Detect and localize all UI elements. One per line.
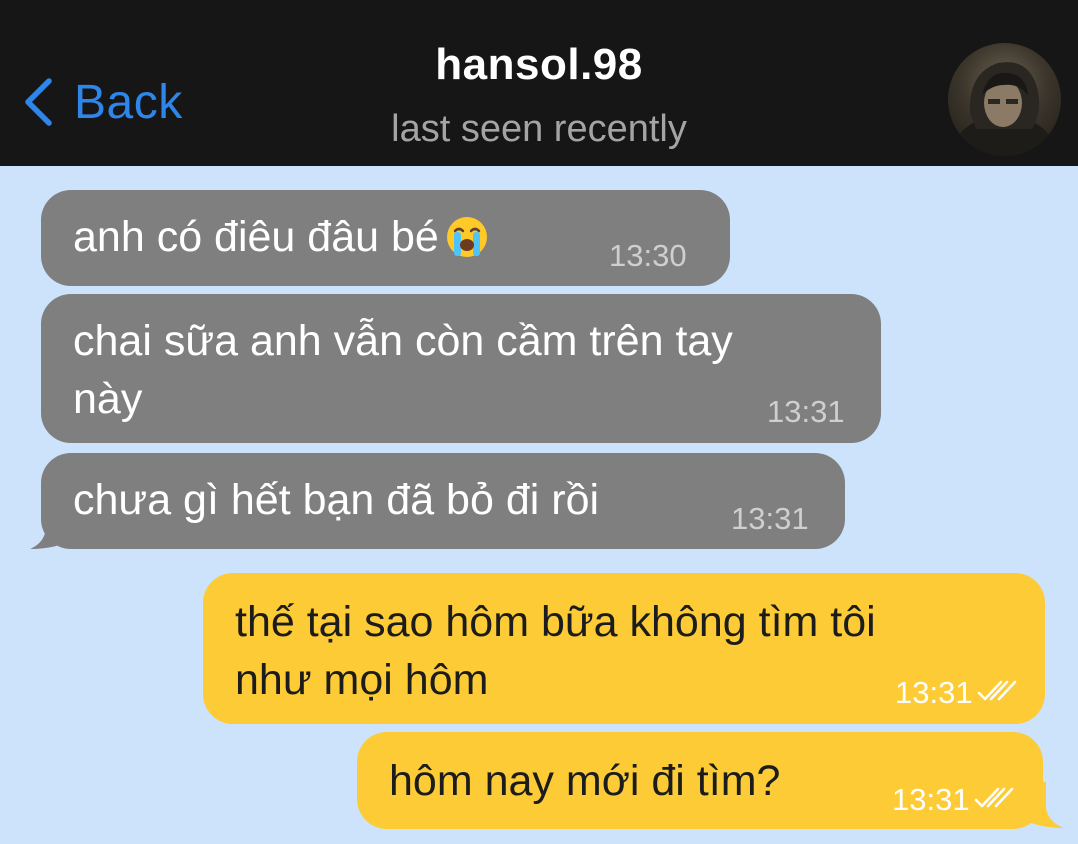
avatar[interactable]: [948, 43, 1061, 156]
message-incoming[interactable]: anh có điêu đâu bé 13:30: [41, 190, 730, 286]
message-list[interactable]: anh có điêu đâu bé 13:30 chai sữa anh vẫ…: [0, 166, 1078, 844]
double-check-icon: [977, 675, 1019, 711]
message-time: 13:31: [767, 394, 845, 429]
message-outgoing[interactable]: hôm nay mới đi tìm? 13:31: [357, 732, 1043, 829]
message-time: 13:31: [731, 501, 809, 536]
contact-status: last seen recently: [391, 108, 687, 150]
message-text-line: thế tại sao hôm bữa không tìm tôi: [235, 598, 876, 646]
message-incoming[interactable]: chưa gì hết bạn đã bỏ đi rồi 13:31: [41, 453, 845, 549]
message-meta: 13:31: [892, 782, 1016, 818]
message-text-line: chai sữa anh vẫn còn cầm trên tay: [73, 317, 733, 365]
message-text: chưa gì hết bạn đã bỏ đi rồi: [73, 476, 600, 524]
message-text: hôm nay mới đi tìm?: [389, 757, 781, 805]
chat-header: Back hansol.98 last seen recently: [0, 0, 1078, 166]
contact-name[interactable]: hansol.98: [0, 40, 1078, 90]
bubble-tail: [1020, 782, 1064, 828]
bubble-tail: [30, 503, 74, 549]
message-time: 13:31: [895, 675, 973, 710]
message-text-line: này: [73, 375, 143, 423]
loudly-crying-face-icon: [445, 215, 489, 274]
message-time: 13:30: [609, 238, 687, 273]
message-time: 13:31: [892, 782, 970, 817]
message-text-line: như mọi hôm: [235, 656, 489, 704]
message-text: anh có điêu đâu bé: [73, 213, 439, 261]
message-outgoing[interactable]: thế tại sao hôm bữa không tìm tôi như mọ…: [203, 573, 1045, 724]
message-meta: 13:31: [895, 675, 1019, 711]
message-incoming[interactable]: chai sữa anh vẫn còn cầm trên tay này 13…: [41, 294, 881, 443]
